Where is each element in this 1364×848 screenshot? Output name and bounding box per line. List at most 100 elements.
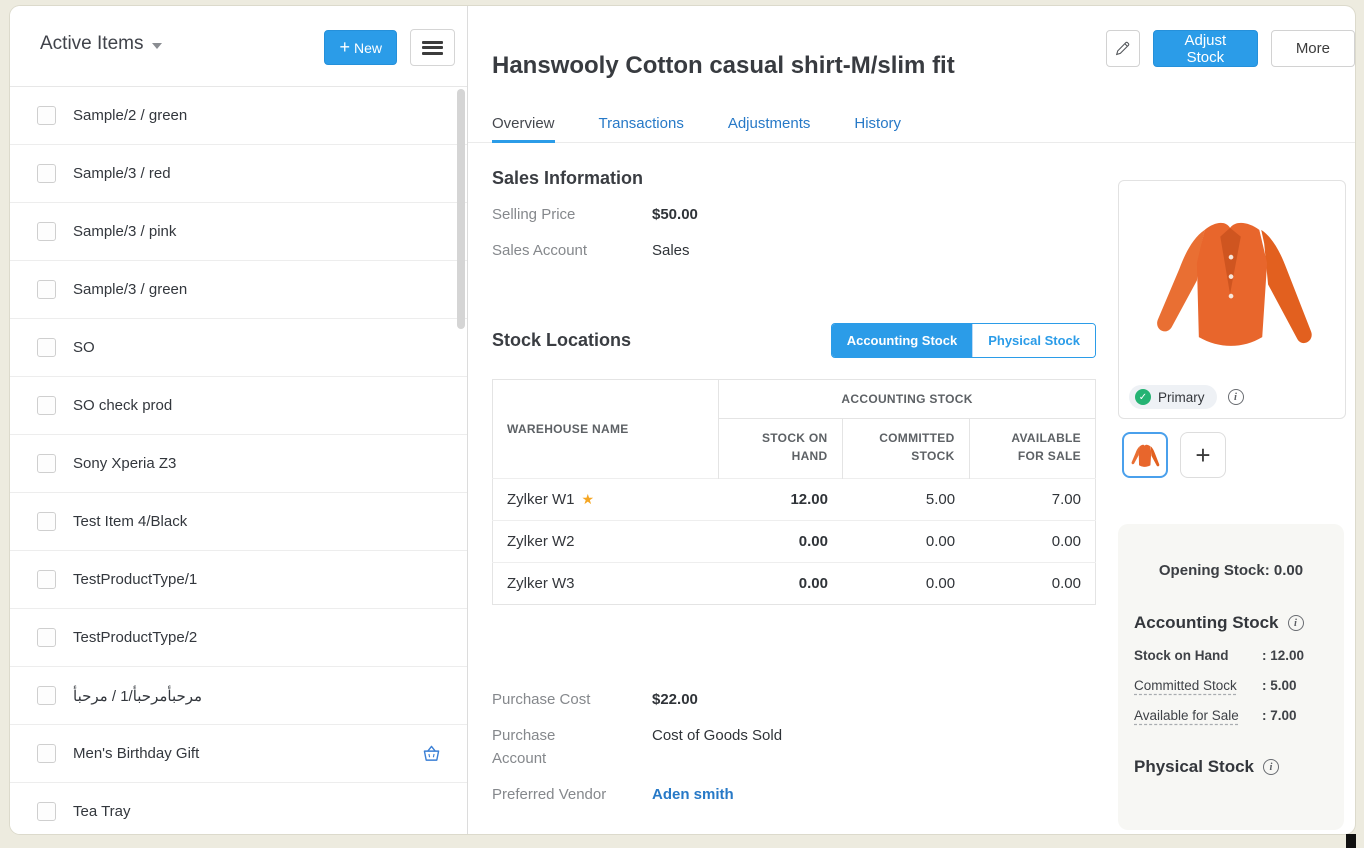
field-label: Preferred Vendor (492, 784, 612, 807)
warehouse-row[interactable]: Zylker W2 0.00 0.00 0.00 (493, 520, 1096, 562)
item-list-row[interactable]: Tea Tray (10, 783, 467, 834)
stock-summary-label[interactable]: Committed Stock (1134, 678, 1254, 693)
item-list-row[interactable]: Sample/2 / green (10, 87, 467, 145)
accounting-stock-group-header: ACCOUNTING STOCK (719, 379, 1096, 418)
warehouse-row[interactable]: Zylker W1★ 12.00 5.00 7.00 (493, 478, 1096, 520)
item-list-row[interactable]: TestProductType/1 (10, 551, 467, 609)
item-checkbox[interactable] (37, 280, 56, 299)
opening-stock-value: Opening Stock: 0.00 (1134, 562, 1328, 579)
image-thumbnail-selected[interactable] (1122, 432, 1168, 478)
item-list-row[interactable]: Sample/3 / green (10, 261, 467, 319)
active-items-dropdown[interactable]: Active Items (40, 33, 162, 55)
sales-information-section: Sales Information Selling Price $50.00 S… (492, 168, 1096, 263)
committed-stock-value: 0.00 (842, 562, 969, 604)
available-for-sale-value: 7.00 (969, 478, 1095, 520)
stock-summary-label: Stock on Hand (1134, 648, 1254, 663)
primary-badge-label: Primary (1158, 390, 1205, 405)
stock-summary-value: : 12.00 (1262, 648, 1304, 663)
item-summary-rail: ✓ Primary i + (1118, 6, 1355, 834)
item-checkbox[interactable] (37, 628, 56, 647)
accounting-stock-info-icon[interactable]: i (1288, 615, 1304, 631)
available-for-sale-header: AVAILABLE FOR SALE (969, 418, 1095, 478)
item-list-row[interactable]: SO check prod (10, 377, 467, 435)
item-checkbox[interactable] (37, 454, 56, 473)
warehouse-name: Zylker W2 (507, 533, 575, 550)
stock-summary-value: : 5.00 (1262, 678, 1297, 693)
item-list-row[interactable]: مرحبأمرحبأ/1 / مرحبأ (10, 667, 467, 725)
accounting-stock-toggle[interactable]: Accounting Stock (832, 324, 973, 357)
item-list-row[interactable]: Sample/3 / red (10, 145, 467, 203)
stock-summary-row: Available for Sale : 7.00 (1134, 708, 1328, 723)
item-checkbox[interactable] (37, 744, 56, 763)
tab-history[interactable]: History (854, 104, 901, 143)
item-image-card: ✓ Primary i (1118, 180, 1346, 419)
new-item-button[interactable]: + New (324, 30, 397, 65)
item-list-row[interactable]: Sony Xperia Z3 (10, 435, 467, 493)
tab-transactions[interactable]: Transactions (599, 104, 684, 143)
stock-summary-card: Opening Stock: 0.00 Accounting Stock i S… (1118, 524, 1344, 830)
field-row: Selling Price $50.00 (492, 204, 1096, 227)
screen-corner-artifact (1346, 834, 1356, 848)
tab-adjustments[interactable]: Adjustments (728, 104, 811, 143)
sidebar-scrollbar[interactable] (457, 89, 465, 329)
stock-summary-label[interactable]: Available for Sale (1134, 708, 1254, 723)
item-name: Tea Tray (73, 803, 131, 820)
preferred-vendor-link[interactable]: Aden smith (652, 784, 734, 807)
stock-summary-row: Committed Stock : 5.00 (1134, 678, 1328, 693)
item-name: Men's Birthday Gift (73, 745, 199, 762)
item-name: Sony Xperia Z3 (73, 455, 176, 472)
item-checkbox[interactable] (37, 338, 56, 357)
item-checkbox[interactable] (37, 106, 56, 125)
primary-info-icon[interactable]: i (1228, 389, 1244, 405)
warehouse-name-header: WAREHOUSE NAME (493, 379, 719, 478)
item-detail-pane: Hanswooly Cotton casual shirt-M/slim fit… (468, 6, 1355, 834)
list-options-button[interactable] (410, 29, 455, 66)
item-list-row[interactable]: Sample/3 / pink (10, 203, 467, 261)
add-image-button[interactable]: + (1180, 432, 1226, 478)
item-checkbox[interactable] (37, 686, 56, 705)
item-checkbox[interactable] (37, 512, 56, 531)
tab-overview[interactable]: Overview (492, 104, 555, 143)
stock-view-toggle: Accounting Stock Physical Stock (831, 323, 1096, 358)
committed-stock-value: 5.00 (842, 478, 969, 520)
field-value: Cost of Goods Sold (652, 725, 782, 770)
item-list-row[interactable]: Test Item 4/Black (10, 493, 467, 551)
stock-on-hand-value: 0.00 (719, 562, 842, 604)
chevron-down-icon (152, 43, 162, 49)
page-title: Hanswooly Cotton casual shirt-M/slim fit (492, 52, 955, 80)
stock-on-hand-value: 12.00 (719, 478, 842, 520)
field-label: Selling Price (492, 204, 612, 227)
item-checkbox[interactable] (37, 570, 56, 589)
item-checkbox[interactable] (37, 164, 56, 183)
primary-warehouse-star-icon: ★ (582, 491, 595, 507)
committed-stock-value: 0.00 (842, 520, 969, 562)
item-list-row[interactable]: SO (10, 319, 467, 377)
item-name: Test Item 4/Black (73, 513, 187, 530)
item-image[interactable] (1133, 185, 1331, 385)
sidebar-title: Active Items (40, 33, 143, 55)
warehouse-stock-table: WAREHOUSE NAME ACCOUNTING STOCK STOCK ON… (492, 379, 1096, 605)
item-name: SO check prod (73, 397, 172, 414)
field-row: Purchase Cost $22.00 (492, 689, 1096, 712)
item-list-row[interactable]: TestProductType/2 (10, 609, 467, 667)
item-name: SO (73, 339, 95, 356)
item-list-row[interactable]: Men's Birthday Gift (10, 725, 467, 783)
item-name: Sample/3 / red (73, 165, 171, 182)
field-label: Purchase Cost (492, 689, 612, 712)
warehouse-row[interactable]: Zylker W3 0.00 0.00 0.00 (493, 562, 1096, 604)
item-checkbox[interactable] (37, 802, 56, 821)
field-value: Sales (652, 240, 690, 263)
item-checkbox[interactable] (37, 396, 56, 415)
check-circle-icon: ✓ (1135, 389, 1151, 405)
physical-stock-info-icon[interactable]: i (1263, 759, 1279, 775)
field-label: Purchase Account (492, 725, 612, 770)
item-name: Sample/3 / pink (73, 223, 176, 240)
hamburger-icon (422, 38, 443, 57)
field-value: $22.00 (652, 689, 698, 712)
physical-stock-toggle[interactable]: Physical Stock (972, 324, 1095, 357)
sidebar-header: Active Items + New (10, 6, 467, 87)
committed-stock-header: COMMITTED STOCK (842, 418, 969, 478)
item-checkbox[interactable] (37, 222, 56, 241)
field-label: Sales Account (492, 240, 612, 263)
available-for-sale-value: 0.00 (969, 562, 1095, 604)
